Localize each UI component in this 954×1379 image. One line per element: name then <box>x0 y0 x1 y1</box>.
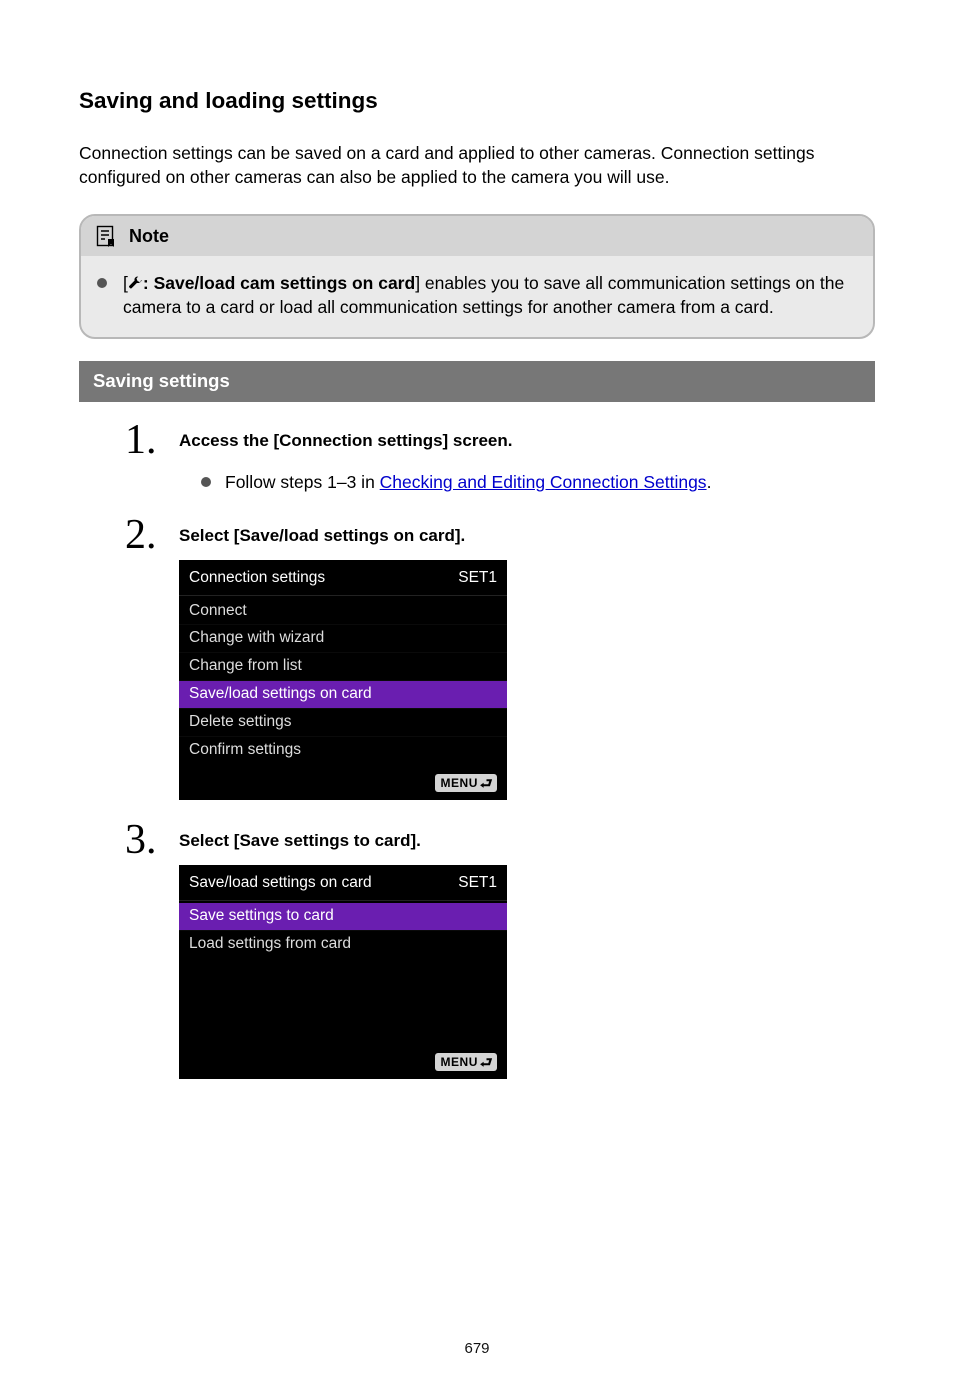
camera-screen-connection-settings: Connection settings SET1 Connect Change … <box>179 560 507 801</box>
bullet-icon <box>201 477 211 487</box>
menu-item-change-list[interactable]: Change from list <box>179 652 507 680</box>
note-text: [: Save/load cam settings on card] enabl… <box>123 272 857 319</box>
menu-item-change-wizard[interactable]: Change with wizard <box>179 624 507 652</box>
screen-items: Connect Change with wizard Change from l… <box>179 596 507 767</box>
note-header: Note <box>81 216 873 256</box>
screen-header-left: Save/load settings on card <box>189 873 372 894</box>
step-1-note: Follow steps 1–3 in Checking and Editing… <box>225 471 711 495</box>
note-box: Note [: Save/load cam settings on card] … <box>79 214 875 340</box>
return-icon: ⮐ <box>480 1055 493 1069</box>
step-2: Select [Save/load settings on card]. Con… <box>179 525 875 801</box>
menu-item-confirm[interactable]: Confirm settings <box>179 736 507 764</box>
menu-item-delete[interactable]: Delete settings <box>179 708 507 736</box>
steps-list: Access the [Connection settings] screen.… <box>179 430 875 1079</box>
page-number: 679 <box>79 1339 875 1379</box>
step-title: Select [Save settings to card]. <box>179 830 875 853</box>
step-title: Select [Save/load settings on card]. <box>179 525 875 548</box>
screen-header: Connection settings SET1 <box>179 560 507 596</box>
note-label: Note <box>129 224 169 248</box>
note-icon <box>95 225 115 247</box>
note-body: [: Save/load cam settings on card] enabl… <box>81 256 873 337</box>
reference-link[interactable]: Checking and Editing Connection Settings <box>380 472 707 492</box>
page-title: Saving and loading settings <box>79 86 875 116</box>
step-3: Select [Save settings to card]. Save/loa… <box>179 830 875 1079</box>
screen-header-right: SET1 <box>458 568 497 589</box>
menu-label: MENU <box>441 775 478 791</box>
section-bar: Saving settings <box>79 361 875 402</box>
step-1: Access the [Connection settings] screen.… <box>179 430 875 495</box>
intro-paragraph: Connection settings can be saved on a ca… <box>79 142 875 189</box>
step-title: Access the [Connection settings] screen. <box>179 430 875 453</box>
screen-footer: MENU ⮐ <box>179 766 507 800</box>
camera-screen-save-load: Save/load settings on card SET1 Save set… <box>179 865 507 1079</box>
bullet-icon <box>97 278 107 288</box>
screen-footer: MENU ⮐ <box>179 1045 507 1079</box>
screen-header-right: SET1 <box>458 873 497 894</box>
menu-item-load-from-card[interactable]: Load settings from card <box>179 930 507 958</box>
menu-item-save-to-card[interactable]: Save settings to card <box>179 903 507 930</box>
menu-label: MENU <box>441 1054 478 1070</box>
wrench-icon <box>128 276 143 291</box>
return-icon: ⮐ <box>480 776 493 790</box>
menu-back-button[interactable]: MENU ⮐ <box>435 1053 497 1071</box>
screen-header-left: Connection settings <box>189 568 325 589</box>
menu-item-save-load[interactable]: Save/load settings on card <box>179 680 507 708</box>
note-bold: : Save/load cam settings on card <box>143 273 415 293</box>
menu-back-button[interactable]: MENU ⮐ <box>435 774 497 792</box>
screen-items: Save settings to card Load settings from… <box>179 901 507 960</box>
menu-item-connect[interactable]: Connect <box>179 598 507 625</box>
screen-header: Save/load settings on card SET1 <box>179 865 507 901</box>
screen-spacer <box>179 960 507 1045</box>
step-1-post: . <box>707 472 712 492</box>
step-1-pre: Follow steps 1–3 in <box>225 472 380 492</box>
